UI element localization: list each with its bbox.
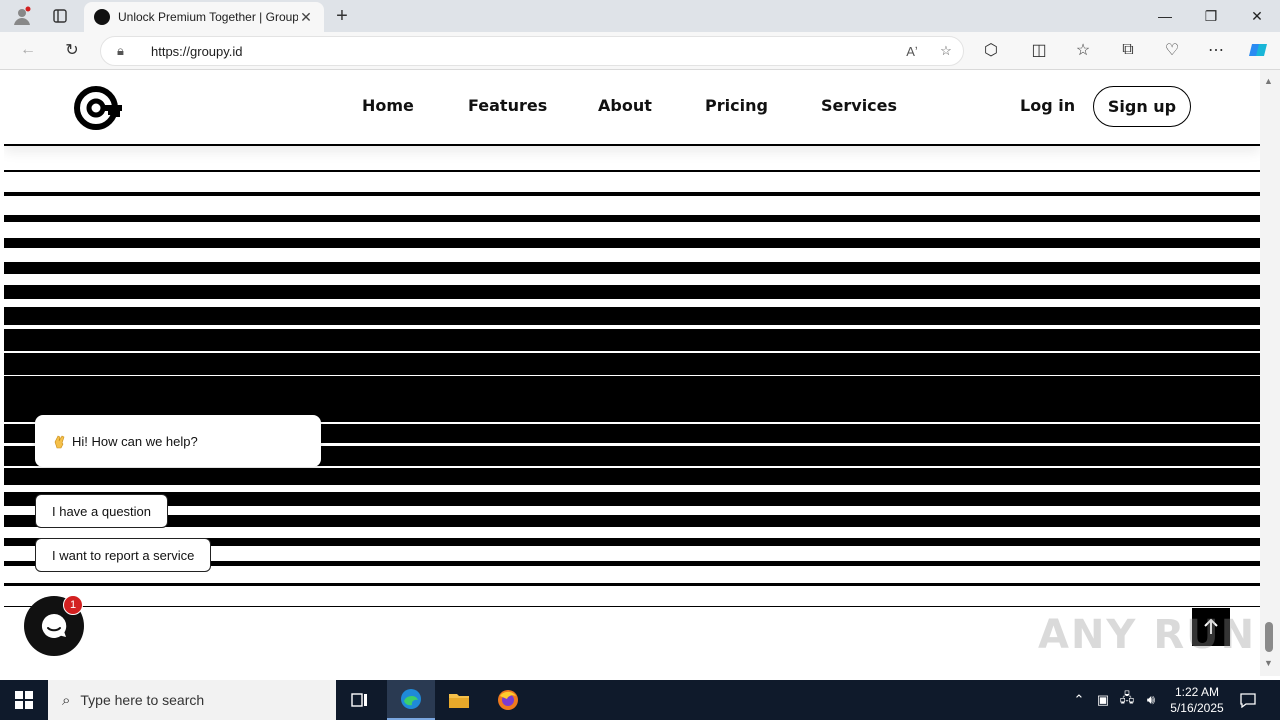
task-view-icon[interactable] xyxy=(336,680,384,720)
read-aloud-icon[interactable]: Aʼ xyxy=(895,44,929,59)
browser-essentials-icon[interactable]: ♡ xyxy=(1160,38,1184,62)
stripe xyxy=(4,192,1260,196)
stripe xyxy=(4,262,1260,274)
nav-pricing[interactable]: Pricing xyxy=(705,96,768,115)
clock-time: 1:22 AM xyxy=(1174,685,1220,699)
stripe xyxy=(4,468,1260,485)
favorites-icon[interactable]: ☆ xyxy=(1071,38,1095,62)
chat-bubble-icon xyxy=(41,613,67,638)
stripe xyxy=(4,307,1260,325)
notifications-icon[interactable] xyxy=(1236,680,1260,720)
site-header: Home Features About Pricing Services Log… xyxy=(4,70,1260,146)
scrollbar-thumb[interactable] xyxy=(1265,622,1273,652)
watermark-logo: ANY RUN xyxy=(1038,612,1257,658)
groupy-favicon-icon xyxy=(94,9,110,25)
copilot-icon[interactable] xyxy=(1246,38,1270,62)
login-link[interactable]: Log in xyxy=(1020,96,1075,115)
stripe xyxy=(4,606,1260,607)
firefox-icon[interactable] xyxy=(484,680,532,720)
minimize-icon[interactable]: — xyxy=(1142,0,1188,32)
windows-start-icon[interactable] xyxy=(0,680,48,720)
chat-greeting-text: Hi! How can we help? xyxy=(72,433,198,449)
clock-date: 5/16/2025 xyxy=(1170,701,1224,715)
search-icon: ⌕ xyxy=(62,691,71,709)
collections-icon[interactable]: ⧉ xyxy=(1116,38,1140,62)
network-icon[interactable]: 🖧︎ xyxy=(1116,680,1138,720)
page-scrollbar[interactable]: ▲ ▼ xyxy=(1260,70,1280,676)
stripe xyxy=(4,238,1260,248)
tab-title: Unlock Premium Together | Groupy xyxy=(118,10,298,24)
signup-button[interactable]: Sign up xyxy=(1093,86,1191,127)
windows-taskbar: ⌕ Type here to search ⌃ ▣ 🖧︎ 🔊︎ 1:22 AM … xyxy=(0,680,1280,720)
chat-option-question[interactable]: I have a question xyxy=(35,494,169,528)
chat-unread-badge: 1 xyxy=(63,595,83,615)
restore-icon[interactable]: ❐ xyxy=(1188,0,1234,32)
chat-option-report[interactable]: I want to report a service xyxy=(35,538,212,572)
browser-tab-strip: Unlock Premium Together | Groupy ✕ + — ❐… xyxy=(0,0,1280,32)
refresh-icon[interactable]: ↻ xyxy=(60,38,84,62)
taskbar-clock[interactable]: 1:22 AM 5/16/2025 xyxy=(1162,684,1232,716)
stripe xyxy=(4,170,1260,172)
stripe xyxy=(4,285,1260,299)
nav-home[interactable]: Home xyxy=(362,96,414,115)
extensions-icon[interactable]: ⬡ xyxy=(979,38,1003,62)
file-explorer-icon[interactable] xyxy=(435,680,483,720)
stripe xyxy=(4,583,1260,586)
split-screen-icon[interactable]: ◫ xyxy=(1027,38,1051,62)
more-icon[interactable]: ⋯ xyxy=(1204,38,1228,62)
stripe xyxy=(4,215,1260,222)
stripe xyxy=(4,353,1260,375)
web-page: Home Features About Pricing Services Log… xyxy=(4,70,1260,676)
nav-services[interactable]: Services xyxy=(821,96,897,115)
close-tab-icon[interactable]: ✕ xyxy=(298,9,314,26)
address-bar[interactable]: 🔒︎ https://groupy.id Aʼ ☆ xyxy=(100,36,964,66)
show-hidden-icons-icon[interactable]: ⌃ xyxy=(1068,680,1090,720)
waving-hand-icon xyxy=(54,435,65,449)
nav-about[interactable]: About xyxy=(598,96,652,115)
back-icon[interactable]: ← xyxy=(16,38,40,62)
edge-taskbar-icon[interactable] xyxy=(387,680,435,720)
profile-icon[interactable] xyxy=(10,4,34,28)
volume-icon[interactable]: 🔊︎ xyxy=(1140,680,1162,720)
chat-greeting-bubble: Hi! How can we help? xyxy=(35,415,321,467)
close-window-icon[interactable]: ✕ xyxy=(1234,0,1280,32)
stripe xyxy=(4,515,1260,527)
lock-icon[interactable]: 🔒︎ xyxy=(117,43,133,59)
favorite-star-icon[interactable]: ☆ xyxy=(929,43,963,59)
taskbar-search-placeholder: Type here to search xyxy=(80,692,205,708)
tab-actions-icon[interactable] xyxy=(48,4,72,28)
stripe xyxy=(4,492,1260,506)
groupy-logo-icon[interactable] xyxy=(74,83,124,133)
scroll-up-icon[interactable]: ▲ xyxy=(1264,76,1273,86)
taskbar-search[interactable]: ⌕ Type here to search xyxy=(48,680,336,720)
meet-now-icon[interactable]: ▣ xyxy=(1092,680,1114,720)
scroll-down-icon[interactable]: ▼ xyxy=(1264,658,1273,668)
nav-features[interactable]: Features xyxy=(468,96,547,115)
browser-tab[interactable]: Unlock Premium Together | Groupy ✕ xyxy=(84,2,324,32)
stripe xyxy=(4,329,1260,351)
plus-icon[interactable]: + xyxy=(330,4,354,28)
url-text: https://groupy.id xyxy=(151,43,243,59)
